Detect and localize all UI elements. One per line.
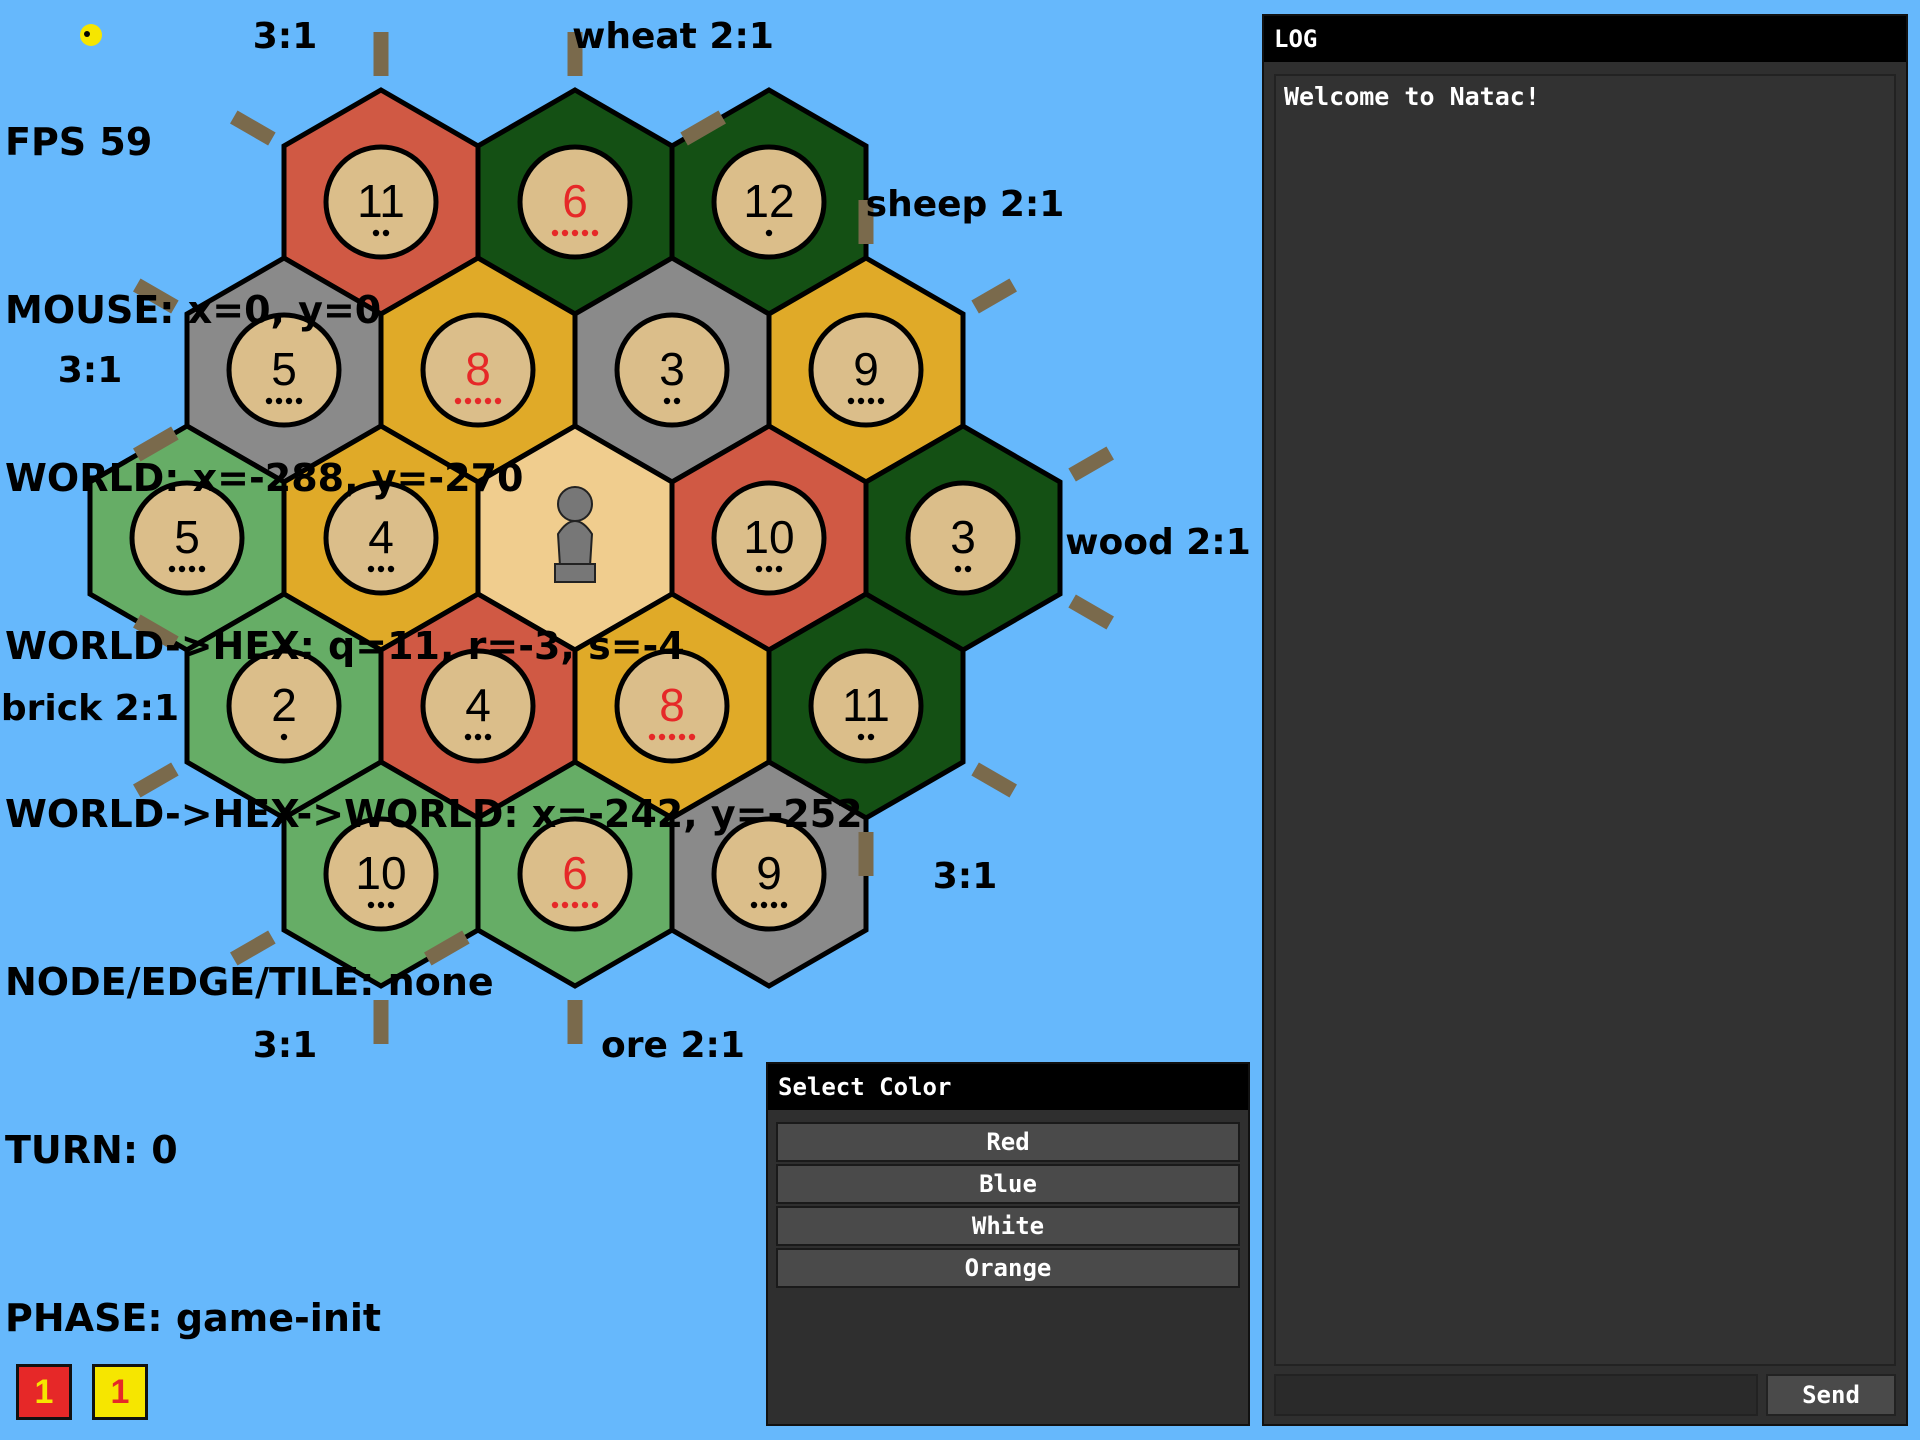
- debug-overlay: FPS 59 MOUSE: x=0, y=0 WORLD: x=-288, y=…: [5, 2, 863, 1402]
- debug-node-edge-tile: NODE/EDGE/TILE: none: [5, 960, 494, 1004]
- debug-world: WORLD: x=-288, y=-270: [5, 456, 524, 500]
- log-messages[interactable]: Welcome to Natac!: [1274, 74, 1896, 1366]
- probability-pip: [867, 733, 875, 741]
- probability-pip: [964, 565, 972, 573]
- port-label: wood 2:1: [1065, 522, 1251, 563]
- probability-pip: [954, 565, 962, 573]
- debug-turn: TURN: 0: [5, 1128, 178, 1172]
- probability-pip: [867, 397, 875, 405]
- port-label: sheep 2:1: [866, 184, 1065, 225]
- port: wood 2:1: [1065, 446, 1251, 630]
- log-message: Welcome to Natac!: [1284, 82, 1540, 111]
- send-button[interactable]: Send: [1766, 1374, 1896, 1416]
- debug-world-hex: WORLD->HEX: q=11, r=-3, s=-4: [5, 624, 685, 668]
- debug-mouse: MOUSE: x=0, y=0: [5, 288, 382, 332]
- log-panel: LOG Welcome to Natac! Send: [1262, 14, 1908, 1426]
- port-pier: [971, 762, 1017, 798]
- probability-pip: [877, 397, 885, 405]
- port-label: 3:1: [933, 856, 998, 897]
- mouse-cursor-icon: [80, 24, 102, 46]
- debug-fps: FPS 59: [5, 120, 153, 164]
- debug-world-hex-world: WORLD->HEX->WORLD: x=-242, y=-252: [5, 792, 863, 836]
- debug-phase: PHASE: game-init: [5, 1296, 382, 1340]
- log-chat-input[interactable]: [1274, 1374, 1758, 1416]
- port-pier: [1068, 446, 1114, 482]
- port-pier: [971, 278, 1017, 314]
- log-title: LOG: [1264, 16, 1906, 62]
- port-pier: [1068, 594, 1114, 630]
- token-number: 3: [950, 511, 976, 563]
